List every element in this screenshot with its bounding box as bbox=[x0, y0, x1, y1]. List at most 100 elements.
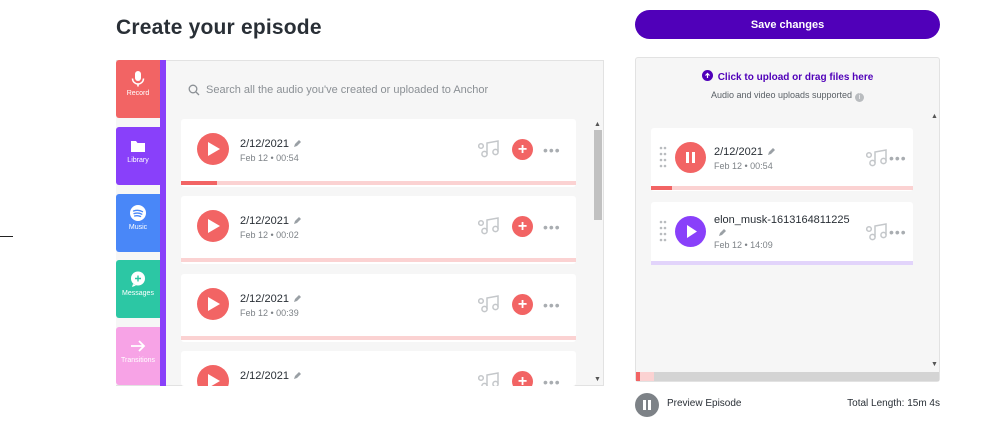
search-input[interactable] bbox=[206, 84, 586, 96]
arrow-right-icon bbox=[131, 340, 146, 352]
play-button[interactable] bbox=[197, 288, 229, 320]
timeline-scrollbar[interactable]: ▲ ▼ bbox=[928, 112, 940, 370]
more-options-icon[interactable]: ••• bbox=[543, 374, 561, 386]
episode-title-row: 2/12/2021 bbox=[240, 138, 301, 150]
save-changes-button[interactable]: Save changes bbox=[635, 10, 940, 39]
library-episode[interactable]: 2/12/2021 + ••• bbox=[181, 351, 576, 386]
timeline-meta: Feb 12 • 14:09 bbox=[714, 240, 773, 250]
progress-fill bbox=[181, 181, 217, 185]
music-note-icon[interactable] bbox=[866, 148, 888, 168]
timeline-item[interactable]: elon_musk-1613164811225 Feb 12 • 14:09 •… bbox=[651, 202, 913, 265]
library-search bbox=[188, 82, 586, 98]
sidebar-tab-label: Record bbox=[126, 90, 150, 97]
episode-title: 2/12/2021 bbox=[240, 293, 289, 305]
drag-handle-icon[interactable] bbox=[659, 220, 667, 242]
scroll-down-icon[interactable]: ▼ bbox=[931, 361, 938, 368]
sidebar-tab-label: Messages bbox=[122, 290, 154, 297]
timeline-title: elon_musk-1613164811225 bbox=[714, 214, 850, 226]
sidebar-tab-label: Library bbox=[127, 157, 149, 164]
music-note-icon[interactable] bbox=[866, 222, 888, 242]
microphone-icon bbox=[131, 71, 145, 87]
pencil-icon[interactable] bbox=[767, 148, 775, 156]
play-button[interactable] bbox=[197, 133, 229, 165]
more-options-icon[interactable]: ••• bbox=[543, 297, 561, 313]
library-episode[interactable]: 2/12/2021 Feb 12 • 00:54 + ••• bbox=[181, 119, 576, 187]
preview-pause-button[interactable] bbox=[635, 393, 659, 417]
spotify-icon bbox=[130, 205, 146, 221]
play-icon bbox=[208, 219, 220, 233]
upload-hint: Audio and video uploads supported i bbox=[635, 90, 940, 102]
library-scrollbar[interactable]: ▲ ▼ bbox=[591, 120, 603, 386]
preview-episode-label[interactable]: Preview Episode bbox=[667, 398, 741, 409]
folder-icon bbox=[131, 141, 145, 152]
scroll-down-icon[interactable]: ▼ bbox=[594, 376, 601, 383]
episode-title-row: 2/12/2021 bbox=[240, 215, 301, 227]
timeline-progress bbox=[651, 261, 913, 265]
scroll-up-icon[interactable]: ▲ bbox=[594, 121, 601, 128]
timeline-overview-bar[interactable] bbox=[636, 372, 939, 381]
episode-title-row: 2/12/2021 bbox=[240, 293, 301, 305]
add-to-episode-button[interactable]: + bbox=[512, 139, 533, 160]
episode-meta: Feb 12 • 00:39 bbox=[240, 308, 299, 318]
timeline-item[interactable]: 2/12/2021 Feb 12 • 00:54 ••• bbox=[651, 128, 913, 191]
more-options-icon[interactable]: ••• bbox=[543, 219, 561, 235]
add-to-episode-button[interactable]: + bbox=[512, 216, 533, 237]
pencil-icon[interactable] bbox=[293, 217, 301, 225]
sidebar-tab-music[interactable]: Music bbox=[116, 194, 160, 252]
info-icon[interactable]: i bbox=[855, 93, 865, 102]
music-note-icon[interactable] bbox=[478, 371, 500, 386]
music-note-icon[interactable] bbox=[478, 294, 500, 314]
episode-title: 2/12/2021 bbox=[240, 215, 289, 227]
episode-title: 2/12/2021 bbox=[240, 138, 289, 150]
pencil-icon[interactable] bbox=[293, 372, 301, 380]
episode-meta: Feb 12 • 00:02 bbox=[240, 230, 299, 240]
timeline-title: 2/12/2021 bbox=[714, 146, 763, 158]
message-icon bbox=[131, 271, 145, 287]
play-icon bbox=[208, 142, 220, 156]
sidebar-tab-transitions[interactable]: Transitions bbox=[116, 327, 160, 385]
episode-progress bbox=[181, 181, 576, 185]
page-title: Create your episode bbox=[116, 16, 322, 39]
total-length: Total Length: 15m 4s bbox=[847, 398, 940, 409]
timeline-segment bbox=[640, 372, 654, 381]
sidebar-tab-label: Transitions bbox=[121, 357, 155, 364]
progress-fill bbox=[651, 186, 672, 190]
play-button[interactable] bbox=[675, 216, 706, 247]
timeline-meta: Feb 12 • 00:54 bbox=[714, 161, 773, 171]
pencil-icon[interactable] bbox=[293, 140, 301, 148]
more-options-icon[interactable]: ••• bbox=[889, 224, 907, 240]
timeline-title-row: 2/12/2021 bbox=[714, 146, 775, 158]
upload-dropzone[interactable]: Click to upload or drag files here bbox=[635, 70, 940, 83]
pencil-icon[interactable] bbox=[293, 295, 301, 303]
active-tab-indicator bbox=[160, 60, 166, 386]
more-options-icon[interactable]: ••• bbox=[889, 150, 907, 166]
library-episode[interactable]: 2/12/2021 Feb 12 • 00:02 + ••• bbox=[181, 196, 576, 264]
play-icon bbox=[687, 225, 697, 238]
sidebar-tab-messages[interactable]: Messages bbox=[116, 260, 160, 318]
search-icon bbox=[188, 84, 200, 96]
pencil-icon[interactable] bbox=[718, 229, 726, 237]
play-icon bbox=[208, 297, 220, 311]
episode-progress bbox=[181, 258, 576, 262]
pause-button[interactable] bbox=[675, 142, 706, 173]
play-icon bbox=[208, 374, 220, 386]
sidebar-tab-library[interactable]: Library bbox=[116, 127, 160, 185]
add-to-episode-button[interactable]: + bbox=[512, 294, 533, 315]
library-episode[interactable]: 2/12/2021 Feb 12 • 00:39 + ••• bbox=[181, 274, 576, 342]
drag-handle-icon[interactable] bbox=[659, 146, 667, 168]
timeline-progress bbox=[651, 186, 913, 190]
play-button[interactable] bbox=[197, 365, 229, 386]
scrollbar-thumb[interactable] bbox=[594, 130, 602, 220]
sidebar-tab-record[interactable]: Record bbox=[116, 60, 160, 118]
sidebar-tab-label: Music bbox=[128, 224, 148, 231]
scroll-up-icon[interactable]: ▲ bbox=[931, 113, 938, 120]
add-to-episode-button[interactable]: + bbox=[512, 371, 533, 386]
music-note-icon[interactable] bbox=[478, 139, 500, 159]
more-options-icon[interactable]: ••• bbox=[543, 142, 561, 158]
play-button[interactable] bbox=[197, 210, 229, 242]
upload-label: Click to upload or drag files here bbox=[717, 72, 874, 83]
episode-progress bbox=[181, 336, 576, 340]
upload-hint-text: Audio and video uploads supported bbox=[710, 90, 853, 100]
music-note-icon[interactable] bbox=[478, 216, 500, 236]
upload-icon bbox=[701, 70, 713, 81]
